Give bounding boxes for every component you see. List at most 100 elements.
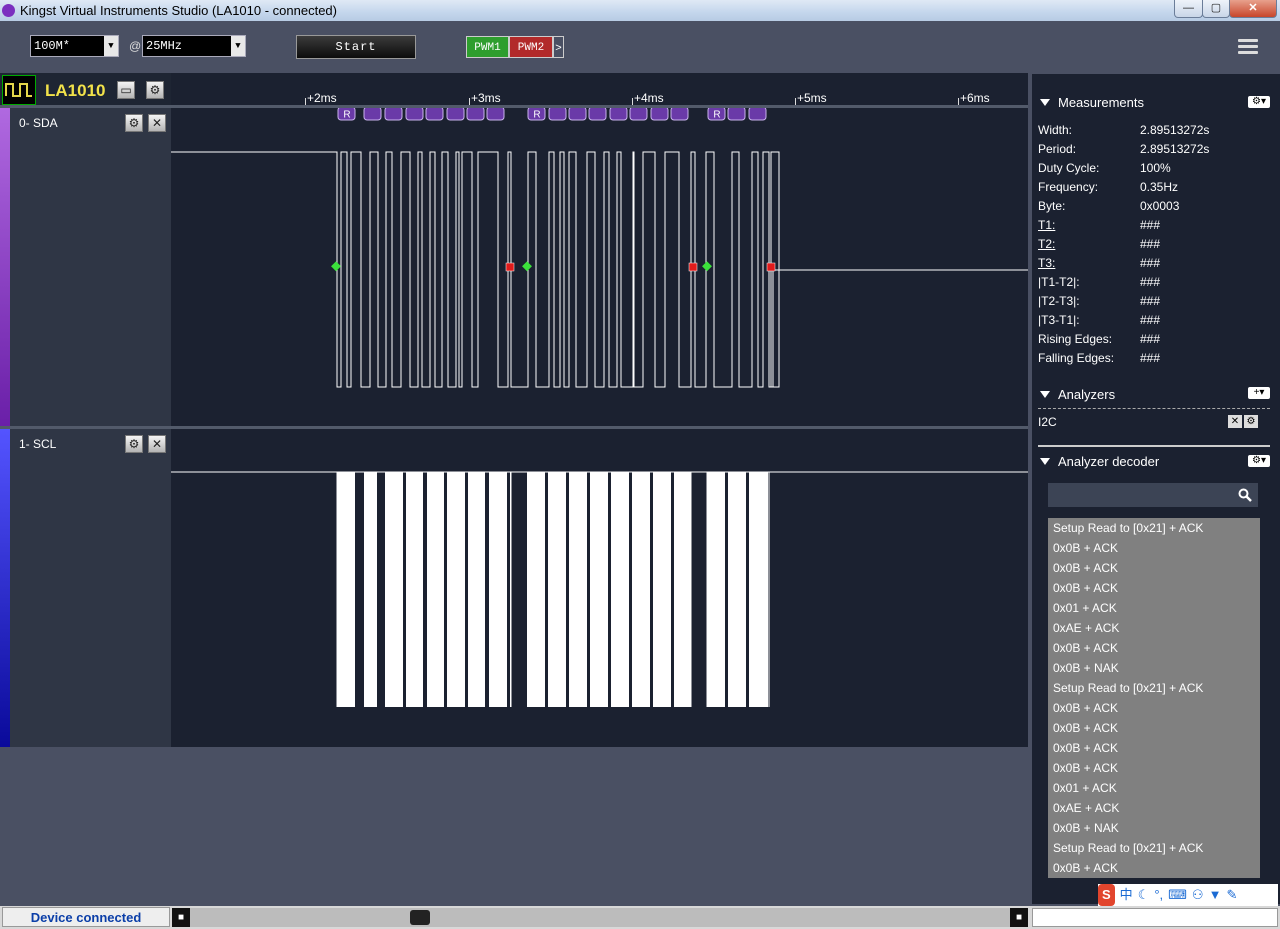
scl-pulse	[548, 472, 566, 707]
scl-pulse	[707, 472, 725, 707]
analyzer-settings-gear-icon[interactable]: ⚙	[1244, 415, 1258, 428]
decode-bubble	[670, 106, 689, 121]
start-button[interactable]: Start	[296, 35, 416, 59]
skin-icon[interactable]: ▼	[1209, 884, 1222, 906]
scroll-right-button[interactable]: ■	[1010, 908, 1028, 927]
pwm2-button[interactable]: PWM2	[509, 36, 553, 58]
decoder-item[interactable]: 0x0B + ACK	[1048, 738, 1260, 758]
decode-bubble	[486, 106, 505, 121]
pwm1-button[interactable]: PWM1	[466, 36, 509, 58]
decode-bubble	[629, 106, 648, 121]
decoder-item[interactable]: 0x0B + ACK	[1048, 758, 1260, 778]
decoder-item[interactable]: 0x0B + ACK	[1048, 638, 1260, 658]
scl-pulse	[749, 472, 768, 707]
decoder-list[interactable]: Setup Read to [0x21] + ACK 0x0B + ACK 0x0B…	[1048, 518, 1260, 878]
channel-divider[interactable]	[0, 105, 1028, 108]
measurement-label: Frequency:	[1038, 180, 1099, 194]
tick-label: +6ms	[960, 91, 990, 105]
waveform-display[interactable]: RRR	[171, 73, 1028, 747]
minimize-button[interactable]: —	[1174, 0, 1203, 18]
channel-color-stripe	[0, 429, 10, 747]
measurement-value: ###	[1140, 237, 1161, 251]
sample-rate-select[interactable]: 25MHz ▼	[142, 35, 246, 57]
start-marker	[331, 261, 341, 272]
scl-pulse	[653, 472, 671, 707]
decoder-search-input[interactable]	[1048, 483, 1258, 507]
measurements-gear-icon[interactable]: ⚙▾	[1248, 96, 1270, 108]
punctuation-icon[interactable]: °,	[1154, 884, 1163, 906]
analyzer-item-i2c[interactable]: I2C	[1038, 415, 1057, 429]
channel-close-icon[interactable]: ✕	[148, 435, 166, 453]
remove-analyzer-icon[interactable]: ✕	[1228, 415, 1242, 428]
analyzers-header[interactable]: Analyzers	[1040, 387, 1115, 402]
maximize-button[interactable]: ▢	[1202, 0, 1230, 18]
collapse-triangle-icon[interactable]	[1040, 391, 1050, 398]
measurement-value: 100%	[1140, 161, 1171, 175]
search-icon[interactable]	[1238, 488, 1252, 502]
sample-rate-value: 25MHz	[146, 39, 183, 53]
decoder-item[interactable]: 0x0B + NAK	[1048, 818, 1260, 838]
sample-depth-value: 100M*	[34, 39, 71, 53]
chevron-down-icon[interactable]: ▼	[231, 36, 245, 56]
channel-label: 1- SCL	[19, 437, 57, 451]
sample-depth-select[interactable]: 100M* ▼	[30, 35, 119, 57]
horizontal-scrollbar[interactable]: ■ ■	[172, 908, 1028, 927]
device-settings-gear-icon[interactable]: ⚙	[146, 81, 164, 99]
decoder-item[interactable]: 0x0B + ACK	[1048, 858, 1260, 878]
collapse-triangle-icon[interactable]	[1040, 99, 1050, 106]
measurement-label: |T3-T1|:	[1038, 313, 1080, 327]
decoder-item[interactable]: Setup Read to [0x21] + ACK	[1048, 838, 1260, 858]
decode-bubble	[568, 106, 587, 121]
scl-pulse	[527, 472, 545, 707]
chevron-down-icon[interactable]: ▼	[104, 36, 118, 56]
pwm-more-button[interactable]: >	[553, 36, 564, 58]
decode-bubble	[384, 106, 403, 121]
decoder-item[interactable]: 0x0B + ACK	[1048, 698, 1260, 718]
decode-bubble	[588, 106, 607, 121]
keyboard-icon[interactable]: ⌨	[1168, 884, 1187, 906]
measurements-title: Measurements	[1058, 95, 1144, 110]
scl-pulse	[364, 472, 377, 707]
window-title-bar: Kingst Virtual Instruments Studio (LA101…	[0, 0, 1280, 21]
measurements-header[interactable]: Measurements	[1040, 95, 1144, 110]
decoder-item[interactable]: 0xAE + ACK	[1048, 798, 1260, 818]
channel-settings-gear-icon[interactable]: ⚙	[125, 435, 143, 453]
channel-close-icon[interactable]: ✕	[148, 114, 166, 132]
decoder-header[interactable]: Analyzer decoder	[1040, 454, 1159, 469]
scroll-left-button[interactable]: ■	[172, 908, 190, 927]
device-window-button[interactable]: ▭	[117, 81, 135, 99]
moon-icon[interactable]: ☾	[1138, 884, 1150, 906]
channel-divider[interactable]	[0, 426, 1028, 429]
scl-pulse	[590, 472, 608, 707]
ime-toolbar[interactable]: S 中 ☾ °, ⌨ ⚇ ▼ ✎	[1098, 884, 1278, 906]
close-window-button[interactable]: ✕	[1229, 0, 1277, 18]
ime-mode-label[interactable]: 中	[1120, 884, 1133, 906]
scl-pulse	[611, 472, 629, 707]
collapse-triangle-icon[interactable]	[1040, 458, 1050, 465]
tick-label: +3ms	[471, 91, 501, 105]
waveform-canvas[interactable]: RRR	[171, 73, 1028, 747]
ime-logo-icon[interactable]: S	[1098, 884, 1115, 906]
measurement-value: ###	[1140, 313, 1161, 327]
decoder-item[interactable]: 0x0B + ACK	[1048, 578, 1260, 598]
decoder-item[interactable]: 0x0B + ACK	[1048, 538, 1260, 558]
decoder-item[interactable]: 0x0B + ACK	[1048, 718, 1260, 738]
wrench-icon[interactable]: ✎	[1226, 884, 1237, 906]
decoder-item[interactable]: 0x0B + ACK	[1048, 558, 1260, 578]
add-analyzer-icon[interactable]: +▾	[1248, 387, 1270, 399]
user-icon[interactable]: ⚇	[1192, 884, 1204, 906]
decoder-item[interactable]: 0xAE + ACK	[1048, 618, 1260, 638]
decoder-gear-icon[interactable]: ⚙▾	[1248, 455, 1270, 467]
decoder-item[interactable]: 0x01 + ACK	[1048, 778, 1260, 798]
measurement-label: Width:	[1038, 123, 1073, 137]
hamburger-menu-icon[interactable]	[1238, 39, 1258, 55]
decoder-item[interactable]: 0x01 + ACK	[1048, 598, 1260, 618]
decode-bubble	[548, 106, 567, 121]
decoder-item[interactable]: 0x0B + NAK	[1048, 658, 1260, 678]
decoder-item[interactable]: Setup Read to [0x21] + ACK	[1048, 518, 1260, 538]
scroll-thumb[interactable]	[410, 910, 430, 925]
decoder-item[interactable]: Setup Read to [0x21] + ACK	[1048, 678, 1260, 698]
channel-settings-gear-icon[interactable]: ⚙	[125, 114, 143, 132]
scl-pulse	[728, 472, 746, 707]
measurement-label: T3:	[1038, 256, 1056, 270]
